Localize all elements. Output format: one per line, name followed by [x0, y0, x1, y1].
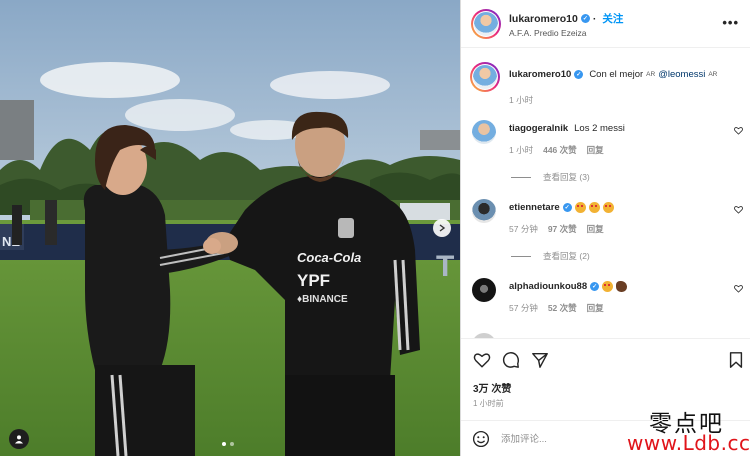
- comment-meta: 1 小时 446 次赞 回复: [509, 144, 604, 156]
- comment-line: tiagogeralnik Los 2 messi: [509, 123, 625, 134]
- emoji-smile-icon[interactable]: [472, 430, 490, 448]
- comment-username[interactable]: etiennetare: [509, 202, 560, 213]
- follow-separator: ·: [592, 12, 597, 25]
- commenter-avatar[interactable]: [472, 278, 496, 302]
- clapping-hands-emoji-icon: [616, 281, 628, 292]
- comment-username[interactable]: alphadiounkou88: [509, 281, 587, 292]
- caption-username[interactable]: lukaromero10: [509, 69, 571, 80]
- svg-text:YPF: YPF: [297, 271, 330, 290]
- star-struck-emoji-icon: [588, 202, 600, 213]
- avatar[interactable]: [471, 9, 501, 39]
- like-heart-icon[interactable]: [473, 351, 491, 369]
- star-struck-emoji-icon: [574, 202, 586, 213]
- comment-meta: 57 分钟 52 次赞 回复: [509, 302, 604, 314]
- more-options-icon[interactable]: •••: [722, 15, 739, 30]
- caption-text: Con el mejor: [589, 69, 644, 80]
- commenter-avatar[interactable]: [472, 199, 496, 223]
- flag-icon: AR: [708, 71, 718, 78]
- view-replies-button[interactable]: 查看回复 (2): [511, 250, 590, 262]
- verified-badge-icon: ✓: [580, 14, 590, 23]
- replies-divider: [511, 255, 531, 257]
- verified-badge-icon: ✓: [574, 70, 584, 79]
- star-struck-emoji-icon: [602, 281, 614, 292]
- bookmark-icon[interactable]: [727, 351, 745, 369]
- like-heart-icon[interactable]: [734, 284, 743, 293]
- svg-text:T: T: [436, 250, 454, 283]
- chevron-right-icon: [439, 224, 446, 232]
- post-header: lukaromero10 ✓ · 关注 A.F.A. Predio Ezeiza…: [461, 0, 750, 48]
- svg-text:♦BINANCE: ♦BINANCE: [297, 294, 348, 305]
- author-line: lukaromero10 ✓ · 关注: [509, 11, 623, 26]
- like-heart-icon[interactable]: [734, 205, 743, 214]
- comment-line: alphadiounkou88 ✓: [509, 281, 628, 292]
- caption-meta: 1 小时: [509, 94, 533, 106]
- watermark-url: www.Ldb.cc: [627, 431, 750, 455]
- comment-line: etiennetare ✓: [509, 202, 614, 213]
- replies-divider: [511, 176, 531, 178]
- comment-input[interactable]: [501, 430, 631, 448]
- carousel-dot-active: [222, 442, 226, 446]
- carousel-indicator: [222, 442, 234, 446]
- caption-mention-link[interactable]: @leomessi: [658, 69, 705, 80]
- view-replies-label: 查看回复 (3): [543, 172, 590, 182]
- svg-text:Coca-Cola: Coca-Cola: [297, 250, 361, 265]
- post-side-panel: lukaromero10 ✓ · 关注 A.F.A. Predio Ezeiza…: [460, 0, 750, 456]
- photo-scene: NE CW T Coca-Cola YPF ♦BINANCE: [0, 0, 460, 456]
- verified-badge-icon: ✓: [562, 203, 572, 212]
- caption-time: 1 小时: [509, 95, 534, 105]
- comment-likes[interactable]: 446 次赞: [543, 144, 577, 156]
- caption-avatar[interactable]: [470, 62, 500, 92]
- carousel-dot: [230, 442, 234, 446]
- view-replies-button[interactable]: 查看回复 (3): [511, 171, 590, 183]
- site-watermark: 零点吧 www.Ldb.cc: [627, 404, 750, 456]
- flag-icon: AR: [646, 71, 656, 78]
- reply-button[interactable]: 回复: [587, 144, 604, 156]
- comment-time: 1 小时: [509, 145, 534, 155]
- post-action-bar: [461, 338, 750, 380]
- reply-button[interactable]: 回复: [587, 223, 604, 235]
- reply-button[interactable]: 回复: [587, 302, 604, 314]
- carousel-next-button[interactable]: [433, 219, 451, 237]
- comment-username[interactable]: tiagogeralnik: [509, 123, 568, 134]
- comment-likes[interactable]: 97 次赞: [548, 223, 577, 235]
- comments-list[interactable]: lukaromero10 ✓ Con el mejor AR @leomessi…: [461, 48, 750, 338]
- tagged-users-button[interactable]: [9, 429, 29, 449]
- verified-badge-icon: ✓: [590, 282, 600, 291]
- comment-likes[interactable]: 52 次赞: [548, 302, 577, 314]
- caption-line: lukaromero10 ✓ Con el mejor AR @leomessi…: [509, 69, 717, 80]
- comment-meta: 57 分钟 97 次赞 回复: [509, 223, 604, 235]
- comment-text: Los 2 messi: [574, 123, 625, 134]
- user-icon: [15, 435, 23, 444]
- post-location[interactable]: A.F.A. Predio Ezeiza: [509, 28, 586, 38]
- share-send-icon[interactable]: [531, 351, 549, 369]
- post-timestamp: 1 小时前: [473, 399, 504, 408]
- comment-bubble-icon[interactable]: [502, 351, 520, 369]
- commenter-avatar[interactable]: [472, 120, 496, 144]
- comment-time: 57 分钟: [509, 303, 538, 313]
- follow-button[interactable]: 关注: [602, 11, 623, 26]
- author-username[interactable]: lukaromero10: [509, 13, 578, 25]
- like-heart-icon[interactable]: [734, 126, 743, 135]
- post-photo[interactable]: NE CW T Coca-Cola YPF ♦BINANCE: [0, 0, 460, 456]
- comment-time: 57 分钟: [509, 224, 538, 234]
- view-replies-label: 查看回复 (2): [543, 251, 590, 261]
- like-count[interactable]: 3万 次赞: [473, 380, 511, 395]
- star-struck-emoji-icon: [602, 202, 614, 213]
